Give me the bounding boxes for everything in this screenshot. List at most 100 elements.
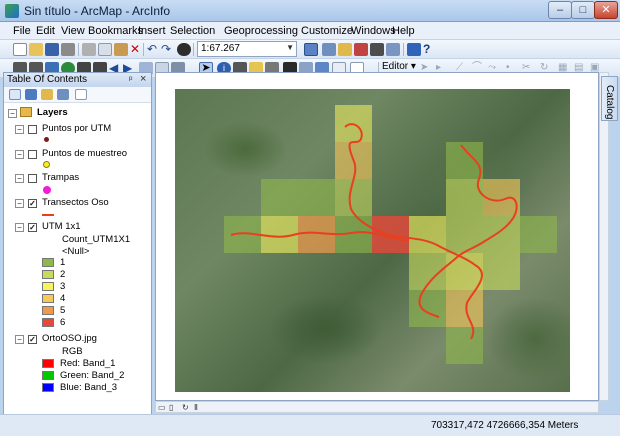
new-document-icon[interactable]: [13, 43, 27, 56]
band-label-red: Red: Band_1: [60, 358, 116, 369]
class-label-3: 3: [60, 281, 66, 292]
data-view-icon[interactable]: ▭: [158, 403, 166, 412]
list-by-selection-icon[interactable]: [57, 89, 69, 100]
layer-ortooso[interactable]: OrtoOSO.jpg: [42, 333, 97, 344]
layout-view-tab-icon[interactable]: ▯: [169, 403, 173, 412]
arctoolbox-icon[interactable]: [354, 43, 368, 56]
maximize-button[interactable]: □: [571, 1, 595, 19]
class-label-4: 4: [60, 293, 66, 304]
expand-icon[interactable]: −: [15, 223, 24, 232]
paste-icon[interactable]: [114, 43, 128, 56]
map-scale-value: 1:67.267: [201, 43, 240, 54]
arcmap-app-icon: [5, 4, 19, 18]
pin-icon[interactable]: ᵖ: [129, 74, 132, 84]
add-data-icon[interactable]: [177, 43, 191, 56]
layer-transectos-oso[interactable]: Transectos Oso: [42, 197, 109, 208]
expand-icon[interactable]: −: [15, 174, 24, 183]
class-swatch-1: [42, 258, 54, 267]
map-horizontal-scrollbar[interactable]: ▭ ▯ ↻ Ⅱ: [155, 401, 599, 413]
menu-help[interactable]: Help: [392, 24, 415, 38]
classification-field: Count_UTM1X1: [62, 234, 131, 245]
print-icon[interactable]: [61, 43, 75, 56]
toolbar-separator: [193, 43, 194, 56]
class-swatch-3: [42, 282, 54, 291]
status-bar: 703317,472 4726666,354 Meters: [0, 414, 620, 436]
menu-insert[interactable]: Insert: [138, 24, 166, 38]
catalog-side-tab[interactable]: Catalog: [601, 76, 618, 121]
expand-icon[interactable]: −: [15, 335, 24, 344]
close-panel-icon[interactable]: ×: [140, 73, 146, 85]
cut-icon[interactable]: [82, 43, 96, 56]
model-builder-icon[interactable]: [386, 43, 400, 56]
layer-checkbox-puntos-por-utm[interactable]: [28, 125, 37, 134]
editor-toolbar-icon[interactable]: [304, 43, 318, 56]
layer-puntos-de-muestreo[interactable]: Puntos de muestreo: [42, 148, 127, 159]
toc-header: Table Of Contents ᵖ ×: [4, 73, 151, 87]
open-folder-icon[interactable]: [29, 43, 43, 56]
menu-file[interactable]: File: [13, 24, 31, 38]
red-line-symbol-icon: [42, 214, 54, 216]
expand-icon[interactable]: −: [15, 125, 24, 134]
refresh-icon[interactable]: ↻: [182, 403, 189, 412]
undo-icon[interactable]: ↶: [147, 43, 161, 56]
collapse-icon[interactable]: −: [8, 109, 17, 118]
editor-menu-button[interactable]: Editor ▾: [382, 61, 416, 72]
python-window-icon[interactable]: [370, 43, 384, 56]
class-label-6: 6: [60, 317, 66, 328]
class-label-2: 2: [60, 269, 66, 280]
chevron-down-icon[interactable]: ▼: [286, 43, 294, 52]
redo-icon[interactable]: ↷: [161, 43, 175, 56]
band-label-green: Green: Band_2: [60, 370, 125, 381]
layer-utm-1x1[interactable]: UTM 1x1: [42, 221, 81, 232]
options-icon[interactable]: [75, 89, 87, 100]
menu-bar: File Edit View Bookmarks Insert Selectio…: [0, 22, 620, 40]
toc-title: Table Of Contents: [7, 74, 88, 85]
list-by-source-icon[interactable]: [25, 89, 37, 100]
menu-edit[interactable]: Edit: [36, 24, 55, 38]
layer-checkbox-ortooso[interactable]: ✓: [28, 335, 37, 344]
tool-icon[interactable]: [407, 43, 421, 56]
class-label-1: 1: [60, 257, 66, 268]
standard-toolbar: ✕ ↶ ↷ 1:67.267 ▼ ?: [0, 40, 620, 59]
pause-drawing-icon[interactable]: Ⅱ: [194, 403, 198, 412]
catalog-window-icon[interactable]: [338, 43, 352, 56]
band-swatch-blue: [42, 383, 54, 392]
layer-checkbox-utm-1x1[interactable]: ✓: [28, 223, 37, 232]
menu-windows[interactable]: Windows: [351, 24, 396, 38]
layer-puntos-por-utm[interactable]: Puntos por UTM: [42, 123, 111, 134]
map-scale-combo[interactable]: 1:67.267 ▼: [197, 41, 297, 57]
dot-symbol-icon: [44, 137, 49, 142]
list-by-drawing-order-icon[interactable]: [9, 89, 21, 100]
close-button[interactable]: ✕: [594, 1, 618, 19]
copy-icon[interactable]: [98, 43, 112, 56]
minimize-button[interactable]: –: [548, 1, 572, 19]
delete-icon[interactable]: ✕: [128, 43, 142, 56]
list-by-visibility-icon[interactable]: [41, 89, 53, 100]
menu-view[interactable]: View: [61, 24, 85, 38]
layer-checkbox-trampas[interactable]: [28, 174, 37, 183]
toc-toolbar: [4, 87, 151, 103]
expand-icon[interactable]: −: [15, 150, 24, 159]
layer-checkbox-transectos-oso[interactable]: ✓: [28, 199, 37, 208]
transectos-oso-routes: [230, 123, 518, 340]
class-swatch-4: [42, 294, 54, 303]
table-of-contents-icon[interactable]: [322, 43, 336, 56]
title-bar: Sin título - ArcMap - ArcInfo – □ ✕: [0, 0, 620, 22]
cursor-coordinates: 703317,472 4726666,354 Meters: [431, 420, 579, 431]
class-swatch-6: [42, 318, 54, 327]
class-swatch-2: [42, 270, 54, 279]
band-swatch-green: [42, 371, 54, 380]
menu-bookmarks[interactable]: Bookmarks: [88, 24, 143, 38]
layer-trampas[interactable]: Trampas: [42, 172, 79, 183]
layer-checkbox-puntos-de-muestreo[interactable]: [28, 150, 37, 159]
table-of-contents-panel: Table Of Contents ᵖ × − Layers − Puntos …: [3, 72, 152, 430]
menu-customize[interactable]: Customize: [301, 24, 353, 38]
map-display[interactable]: [155, 72, 599, 401]
menu-geoprocessing[interactable]: Geoprocessing: [224, 24, 298, 38]
menu-selection[interactable]: Selection: [170, 24, 215, 38]
help-icon[interactable]: ?: [423, 43, 437, 56]
map-vertical-scrollbar[interactable]: [599, 72, 609, 401]
save-icon[interactable]: [45, 43, 59, 56]
data-frame-layers[interactable]: Layers: [37, 107, 68, 118]
expand-icon[interactable]: −: [15, 199, 24, 208]
